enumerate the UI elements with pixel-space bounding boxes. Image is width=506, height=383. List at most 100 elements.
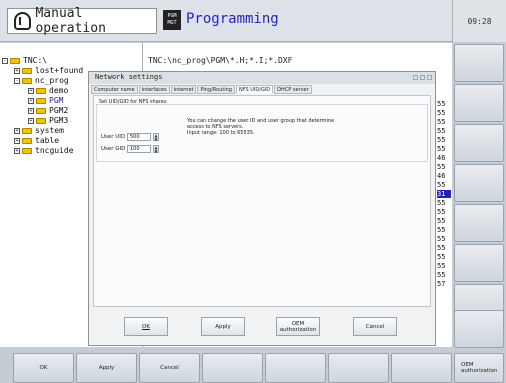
tree-label: system (35, 126, 64, 135)
oem-label: OEM authorization (280, 321, 316, 333)
file-size: 55 (437, 145, 446, 153)
file-size: 55 (437, 217, 446, 225)
softkey-right-6[interactable] (454, 244, 504, 282)
tree-label: nc_prog (35, 76, 69, 85)
tree-item-system[interactable]: + system (14, 126, 64, 135)
softkey-apply-label: Apply (98, 365, 115, 371)
softkey-right-2[interactable] (454, 84, 504, 122)
tree-item-pgm2[interactable]: + PGM2 (28, 106, 68, 115)
close-icon[interactable] (427, 75, 432, 80)
tree-item-pgm[interactable]: + PGM (28, 96, 63, 105)
softkey-empty-4[interactable] (202, 353, 263, 383)
expand-icon: + (14, 137, 20, 144)
expand-icon: + (28, 117, 34, 124)
folder-icon (36, 107, 46, 114)
softkey-empty-6[interactable] (328, 353, 389, 383)
pgm-badge-top: PGM (167, 13, 177, 19)
softkey-right-5[interactable] (454, 204, 504, 242)
file-size: 55 (437, 118, 446, 126)
ok-label: OK (142, 323, 150, 330)
softkey-empty-5[interactable] (265, 353, 326, 383)
info-line: Input range: 100 to 65535. (187, 130, 255, 136)
tree-item-tnc[interactable]: - TNC:\ (2, 56, 47, 65)
expand-icon: + (14, 127, 20, 134)
minimize-icon[interactable] (413, 75, 418, 80)
pgm-badge-bottom: MGT (167, 20, 177, 26)
apply-button[interactable]: Apply (201, 317, 245, 336)
softkey-oem-line2: authorization (461, 368, 498, 374)
file-size: 55 (437, 199, 446, 207)
softkey-ok[interactable]: OK (13, 353, 74, 383)
collapse-icon: - (14, 77, 20, 84)
expand-icon: + (28, 97, 34, 104)
file-size: 55 (437, 109, 446, 117)
user-gid-label: User GID (101, 146, 126, 152)
tab-panel: Set UID/GID for NFS shares You can chang… (93, 95, 431, 307)
file-path: TNC:\nc_prog\PGM\*.H;*.I;*.DXF (148, 56, 293, 65)
softkey-empty-7[interactable] (391, 353, 452, 383)
file-size-selected: 31 (437, 190, 451, 198)
softkey-right-4[interactable] (454, 164, 504, 202)
hand-icon (14, 12, 32, 30)
folder-icon (22, 127, 32, 134)
tree-item-demo[interactable]: + demo (28, 86, 68, 95)
file-size: 55 (437, 136, 446, 144)
clock-box: 09:28 (452, 0, 506, 42)
cancel-label: Cancel (365, 323, 385, 330)
tab-nfs-uid-gid[interactable]: NFS UID/GID (235, 85, 274, 94)
tab-interfaces[interactable]: Interfaces (138, 85, 170, 94)
tree-item-nc-prog[interactable]: - nc_prog (14, 76, 69, 85)
file-size: 55 (437, 226, 446, 234)
file-size: 55 (437, 100, 446, 108)
cancel-button[interactable]: Cancel (353, 317, 397, 336)
dialog-title: Network settings (95, 73, 163, 81)
oem-authorization-button[interactable]: OEM authorization (276, 317, 320, 336)
file-size: 46 (437, 172, 446, 180)
expand-icon: + (14, 147, 20, 154)
file-size: 55 (437, 181, 446, 189)
spin-down-icon: ▼ (154, 136, 158, 142)
folder-icon (22, 67, 32, 74)
file-size: 55 (437, 262, 446, 270)
softkey-right-3[interactable] (454, 124, 504, 162)
softkey-cancel[interactable]: Cancel (139, 353, 200, 383)
user-gid-stepper[interactable]: ▲ ▼ (153, 145, 159, 153)
ok-button[interactable]: OK (124, 317, 168, 336)
expand-icon: + (14, 67, 20, 74)
softkey-oem-authorization[interactable]: OEM authorization (454, 353, 504, 383)
tab-internet[interactable]: Internet (170, 85, 197, 94)
manual-operation-mode[interactable]: Manual operation (7, 6, 157, 36)
maximize-icon[interactable] (420, 75, 425, 80)
tree-item-pgm3[interactable]: + PGM3 (28, 116, 68, 125)
clock: 09:28 (467, 16, 492, 26)
tab-computer-name[interactable]: Computer name (91, 85, 138, 94)
folder-icon (36, 117, 46, 124)
softkey-apply[interactable]: Apply (76, 353, 137, 383)
tab-ping-routing[interactable]: Ping/Routing (197, 85, 235, 94)
softkey-right-8[interactable] (454, 310, 504, 348)
file-size: 55 (437, 127, 446, 135)
tree-label: tncguide (35, 146, 74, 155)
pgm-mgt-icon: PGM MGT (163, 10, 181, 30)
folder-icon (22, 147, 32, 154)
apply-label: Apply (215, 323, 231, 330)
user-gid-input[interactable]: 100 (127, 145, 151, 153)
folder-icon (22, 77, 32, 84)
softkey-cancel-label: Cancel (160, 365, 179, 371)
user-uid-stepper[interactable]: ▲ ▼ (153, 133, 159, 141)
tree-item-table[interactable]: + table (14, 136, 59, 145)
tree-label: PGM3 (49, 116, 69, 125)
folder-icon (22, 137, 32, 144)
tree-label: TNC:\ (23, 56, 48, 65)
file-size: 57 (437, 280, 446, 288)
softkey-right-1[interactable] (454, 44, 504, 82)
oem-line2: authorization (279, 326, 317, 333)
file-size: 55 (437, 163, 446, 171)
dialog-tabs: Computer name Interfaces Internet Ping/R… (91, 85, 313, 94)
folder-icon (36, 87, 46, 94)
user-uid-input[interactable]: 500 (127, 133, 151, 141)
tab-dhcp-server[interactable]: DHCP server (274, 85, 312, 94)
info-text: You can change the user ID and user grou… (187, 118, 347, 136)
tree-item-tncguide[interactable]: + tncguide (14, 146, 74, 155)
tree-item-lost-found[interactable]: + lost+found (14, 66, 83, 75)
